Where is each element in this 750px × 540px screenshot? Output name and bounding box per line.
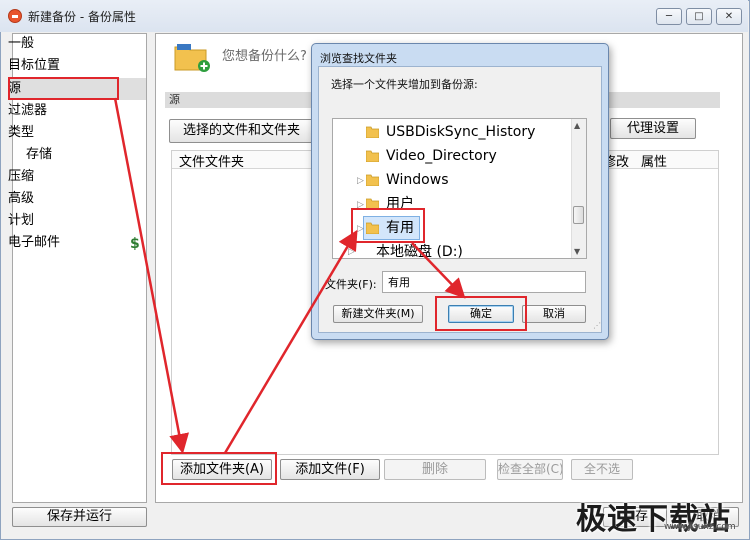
annotation-arrows bbox=[113, 97, 466, 454]
watermark-url: www.jisuxz.com bbox=[664, 522, 736, 532]
arrow-add-folder-to-tree bbox=[223, 229, 358, 454]
arrow-tree-to-ok bbox=[411, 242, 466, 299]
arrow-nav-to-add-folder bbox=[113, 97, 190, 454]
